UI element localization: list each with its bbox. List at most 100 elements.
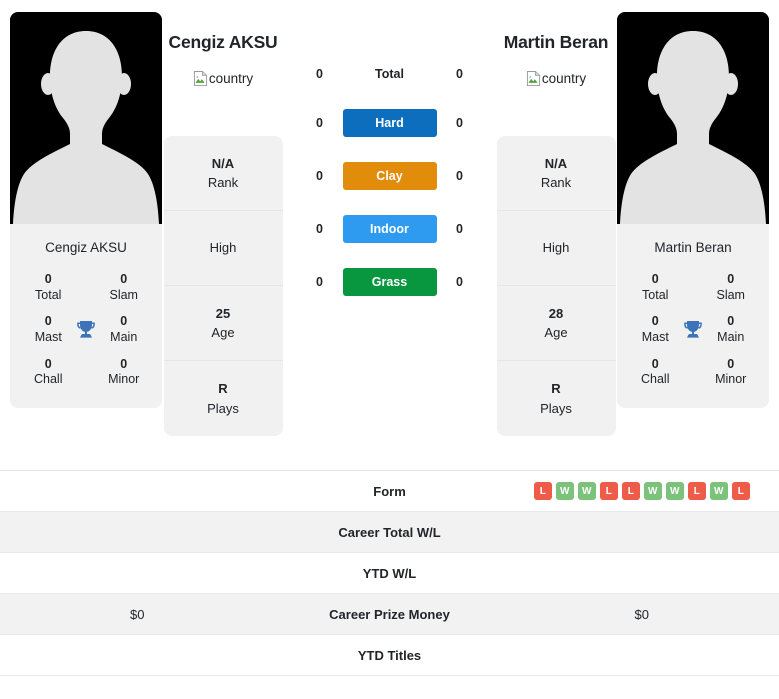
- player-info-card-left: N/A Rank High 25 Age R Plays: [163, 136, 283, 436]
- player-photo-card-right[interactable]: Martin Beran 0 Total 0 Slam 0 Mast 0 Mai…: [617, 12, 769, 408]
- titles-cell-main: 0 Main: [706, 314, 755, 345]
- info-rank-label-right: Rank: [540, 175, 572, 190]
- info-row-age-right: 28 Age: [496, 286, 616, 361]
- surface-total-label: Total: [375, 67, 404, 81]
- info-row-high-left: High: [163, 211, 283, 286]
- form-badge-win: W: [577, 482, 596, 500]
- info-row-plays-left: R Plays: [164, 361, 283, 436]
- form-badge-loss: L: [731, 482, 750, 500]
- titles-cell-total: 0 Total: [631, 272, 680, 303]
- form-badge-win: W: [643, 482, 662, 500]
- player-comparison-page: Cengiz AKSU 0 Total 0 Slam 0 Mast 0 Main…: [0, 0, 779, 699]
- titles-slam-label: Slam: [109, 287, 138, 302]
- player-info-card-right: N/A Rank High 28 Age R Plays: [496, 136, 616, 436]
- titles-row-chall-minor: 0 Chall 0 Minor: [623, 352, 763, 394]
- titles-cell-chall: 0 Chall: [24, 357, 73, 388]
- player-flag-alt-left: country: [208, 70, 254, 86]
- titles-minor-value: 0: [727, 356, 735, 371]
- info-plays-label-left: Plays: [207, 400, 239, 416]
- surface-grass-badge[interactable]: Grass: [342, 268, 437, 296]
- info-rank-label-left: Rank: [207, 175, 239, 190]
- titles-cell-minor: 0 Minor: [99, 357, 148, 388]
- form-right-cell: LWWLLWWLWL: [505, 482, 779, 500]
- info-age-value-right: 28: [548, 305, 564, 321]
- titles-row-chall-minor: 0 Chall 0 Minor: [16, 352, 156, 394]
- titles-mast-value: 0: [651, 314, 659, 329]
- player-flag-alt-right: country: [541, 70, 587, 86]
- titles-total-label: Total: [35, 287, 62, 302]
- ytd-wl-label: YTD W/L: [362, 565, 417, 581]
- career-stats-table: Form LWWLLWWLWL Career Total W/L YTD W/L…: [0, 470, 779, 676]
- trophy-icon: [77, 320, 95, 338]
- form-badge-win: W: [709, 482, 728, 500]
- form-badge-win: W: [665, 482, 684, 500]
- table-row-ytd-wl: YTD W/L: [0, 553, 779, 594]
- titles-main-label: Main: [110, 329, 138, 344]
- table-row-ytd-titles: YTD Titles: [0, 635, 779, 676]
- info-age-label-left: Age: [211, 325, 235, 340]
- info-plays-label-right: Plays: [540, 400, 572, 416]
- surface-row-clay: 0 Clay 0: [284, 162, 495, 190]
- titles-slam-value: 0: [120, 272, 128, 286]
- table-row-form: Form LWWLLWWLWL: [0, 471, 779, 512]
- surface-clay-left-score: 0: [316, 169, 323, 183]
- comparison-top-section: Cengiz AKSU 0 Total 0 Slam 0 Mast 0 Main…: [0, 0, 779, 470]
- info-high-label-left: High: [209, 240, 237, 256]
- titles-grid-left: 0 Total 0 Slam 0 Mast 0 Main 0 Chall 0 M…: [10, 265, 162, 408]
- broken-image-icon: [526, 70, 540, 86]
- player-photo-caption-right: Martin Beran: [654, 240, 732, 255]
- surface-grass-left-score: 0: [316, 275, 323, 289]
- titles-mast-label: Mast: [34, 329, 62, 344]
- info-rank-value-right: N/A: [544, 155, 568, 171]
- titles-cell-mast: 0 Mast: [24, 314, 73, 345]
- player-info-column-left: Cengiz AKSU country N/A Rank High 25 Age…: [162, 8, 284, 436]
- ytd-titles-label: YTD Titles: [357, 647, 422, 663]
- player-photo-card-left[interactable]: Cengiz AKSU 0 Total 0 Slam 0 Mast 0 Main…: [10, 12, 162, 408]
- info-plays-value-left: R: [218, 381, 228, 396]
- titles-cell-minor: 0 Minor: [706, 357, 755, 388]
- info-age-label-right: Age: [544, 325, 568, 340]
- info-plays-value-right: R: [551, 381, 561, 396]
- info-row-rank-right: N/A Rank: [496, 136, 616, 211]
- player-flag-left: country: [193, 69, 253, 87]
- surface-grass-right-score: 0: [456, 275, 463, 289]
- titles-slam-label: Slam: [716, 287, 745, 302]
- form-badge-list: LWWLLWWLWL: [533, 482, 750, 500]
- career-prize-money-label: Career Prize Money: [329, 606, 450, 622]
- surface-hard-right-score: 0: [456, 116, 463, 130]
- surface-row-total: 0 Total 0: [284, 64, 495, 84]
- trophy-icon-wrap-left: [73, 318, 100, 342]
- titles-cell-chall: 0 Chall: [631, 357, 680, 388]
- form-badge-loss: L: [533, 482, 552, 500]
- player-name-left[interactable]: Cengiz AKSU: [169, 32, 278, 53]
- surface-hard-badge[interactable]: Hard: [342, 109, 437, 137]
- titles-minor-value: 0: [120, 356, 128, 371]
- titles-cell-total: 0 Total: [24, 272, 73, 303]
- table-row-career-total-wl: Career Total W/L: [0, 512, 779, 553]
- surface-clay-badge[interactable]: Clay: [342, 162, 437, 190]
- titles-cell-mast: 0 Mast: [631, 314, 680, 345]
- titles-minor-label: Minor: [715, 372, 747, 387]
- titles-row-mast-main: 0 Mast 0 Main: [16, 309, 156, 351]
- info-row-plays-right: R Plays: [497, 361, 616, 436]
- titles-main-value: 0: [727, 314, 735, 329]
- player-photo-caption-left: Cengiz AKSU: [45, 240, 127, 255]
- titles-cell-slam: 0 Slam: [99, 272, 148, 303]
- player-flag-right: country: [526, 69, 586, 87]
- career-total-wl-label: Career Total W/L: [338, 524, 441, 540]
- form-badge-loss: L: [599, 482, 618, 500]
- info-high-label-right: High: [542, 240, 570, 256]
- titles-main-label: Main: [717, 329, 745, 344]
- surface-indoor-badge[interactable]: Indoor: [342, 215, 437, 243]
- titles-row-total-slam: 0 Total 0 Slam: [623, 267, 763, 309]
- surface-clay-right-score: 0: [456, 169, 463, 183]
- surface-total-left-score: 0: [316, 67, 323, 81]
- titles-grid-right: 0 Total 0 Slam 0 Mast 0 Main 0 Chall 0 M…: [617, 265, 769, 408]
- info-row-rank-left: N/A Rank: [163, 136, 283, 211]
- surface-hard-left-score: 0: [316, 116, 323, 130]
- form-row-label: Form: [373, 483, 406, 499]
- surface-indoor-right-score: 0: [456, 222, 463, 236]
- titles-chall-label: Chall: [641, 372, 670, 387]
- info-row-age-left: 25 Age: [163, 286, 283, 361]
- player-name-right[interactable]: Martin Beran: [504, 32, 609, 53]
